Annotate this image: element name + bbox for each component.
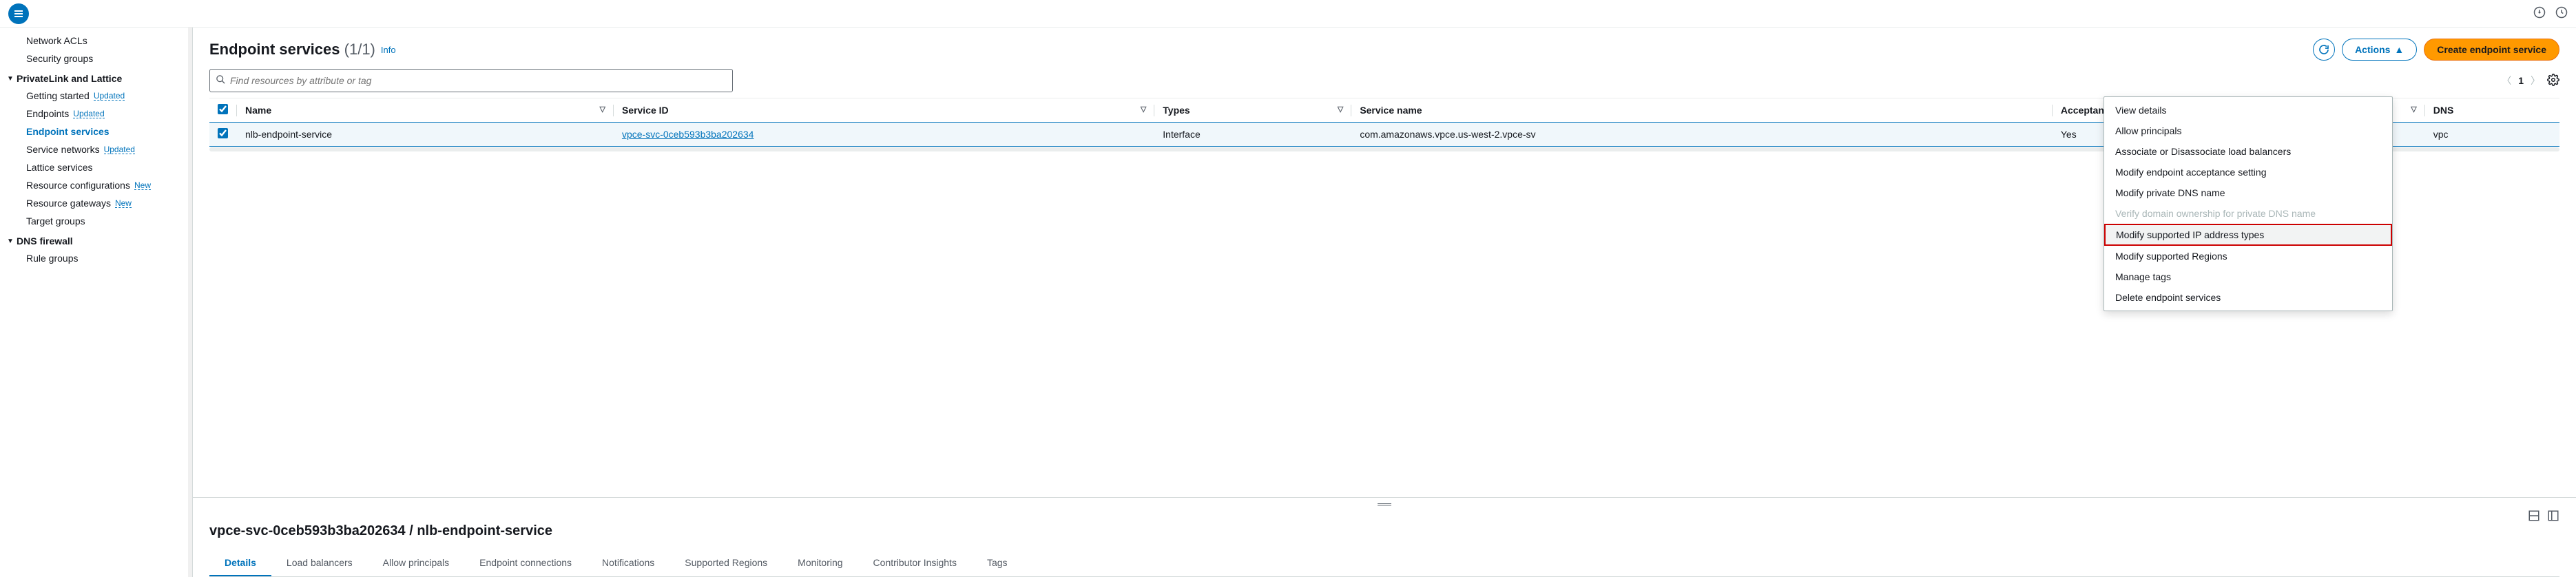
- help-icon[interactable]: [2533, 6, 2546, 21]
- actions-menu-item[interactable]: View details: [2104, 100, 2392, 120]
- col-dns[interactable]: DNS: [2425, 98, 2559, 123]
- search-icon: [216, 74, 226, 87]
- caret-down-icon: ▼: [7, 238, 15, 245]
- sidebar-item-label: Rule groups: [26, 253, 79, 264]
- actions-menu-item[interactable]: Associate or Disassociate load balancers: [2104, 141, 2392, 162]
- detail-title: vpce-svc-0ceb593b3ba202634 / nlb-endpoin…: [209, 523, 2559, 539]
- tab-monitoring[interactable]: Monitoring: [782, 550, 858, 576]
- sidebar-item-label: Lattice services: [26, 162, 92, 173]
- detail-tabs: DetailsLoad balancersAllow principalsEnd…: [209, 550, 2559, 577]
- actions-button-label: Actions: [2355, 44, 2390, 55]
- actions-menu-item[interactable]: Allow principals: [2104, 120, 2392, 141]
- create-button-label: Create endpoint service: [2437, 44, 2546, 55]
- cell-types: Interface: [1154, 123, 1351, 147]
- panel-splitter[interactable]: ══: [193, 497, 2576, 510]
- col-types[interactable]: Types▽: [1154, 98, 1351, 123]
- actions-menu-item[interactable]: Delete endpoint services: [2104, 287, 2392, 308]
- sidebar-item-target-groups[interactable]: Target groups: [0, 212, 192, 230]
- page-number: 1: [2518, 75, 2524, 86]
- sidebar-section-privatelink[interactable]: ▼PrivateLink and Lattice: [0, 67, 192, 87]
- actions-menu-item[interactable]: Modify supported Regions: [2104, 246, 2392, 266]
- sort-icon: ▽: [2411, 105, 2416, 114]
- sidebar-item-resource-gateways[interactable]: Resource gateways New: [0, 194, 192, 212]
- info-link[interactable]: Info: [381, 45, 396, 55]
- sidebar-item-label: Endpoint services: [26, 126, 110, 137]
- actions-menu-item[interactable]: Manage tags: [2104, 266, 2392, 287]
- sidebar-item-lattice-services[interactable]: Lattice services: [0, 158, 192, 176]
- updated-badge: Updated: [104, 145, 135, 154]
- cell-dns: vpc: [2425, 123, 2559, 147]
- search-box[interactable]: [209, 69, 733, 92]
- clock-icon[interactable]: [2555, 6, 2568, 21]
- sidebar-item-rule-groups[interactable]: Rule groups: [0, 249, 192, 267]
- tab-endpoint-connections[interactable]: Endpoint connections: [464, 550, 587, 576]
- cell-name: nlb-endpoint-service: [237, 123, 614, 147]
- sidebar-section-label: DNS firewall: [17, 235, 73, 246]
- sidebar-section-label: PrivateLink and Lattice: [17, 73, 122, 84]
- caret-up-icon: ▲: [2394, 44, 2404, 55]
- actions-menu-item: Verify domain ownership for private DNS …: [2104, 203, 2392, 224]
- sort-icon: ▽: [1338, 105, 1343, 114]
- tab-allow-principals[interactable]: Allow principals: [368, 550, 464, 576]
- sidebar-item-label: Network ACLs: [26, 35, 87, 46]
- select-all-checkbox[interactable]: [218, 104, 228, 114]
- service-id-link[interactable]: vpce-svc-0ceb593b3ba202634: [622, 129, 754, 140]
- sidebar-section-dns-firewall[interactable]: ▼DNS firewall: [0, 230, 192, 249]
- sidebar-item-resource-configurations[interactable]: Resource configurations New: [0, 176, 192, 194]
- sidebar-item-getting-started[interactable]: Getting started Updated: [0, 87, 192, 105]
- tab-details[interactable]: Details: [209, 550, 271, 576]
- tab-notifications[interactable]: Notifications: [587, 550, 669, 576]
- col-name[interactable]: Name▽: [237, 98, 614, 123]
- sidebar-item-label: Getting started: [26, 90, 90, 101]
- sidebar-item-label: Resource gateways: [26, 198, 111, 209]
- tab-contributor-insights[interactable]: Contributor Insights: [858, 550, 972, 576]
- actions-menu-item[interactable]: Modify private DNS name: [2104, 182, 2392, 203]
- create-endpoint-service-button[interactable]: Create endpoint service: [2424, 39, 2559, 61]
- sidebar-item-label: Resource configurations: [26, 180, 130, 191]
- col-service-id[interactable]: Service ID▽: [614, 98, 1154, 123]
- sidebar-item-network-acls[interactable]: Network ACLs: [0, 32, 192, 50]
- sidebar-item-label: Service networks: [26, 144, 100, 155]
- sidebar: Network ACLs Security groups ▼PrivateLin…: [0, 28, 193, 577]
- cell-service-name: com.amazonaws.vpce.us-west-2.vpce-sv: [1351, 123, 2053, 147]
- sidebar-item-service-networks[interactable]: Service networks Updated: [0, 140, 192, 158]
- actions-menu: View detailsAllow principalsAssociate or…: [2104, 96, 2393, 311]
- sidebar-item-label: Target groups: [26, 216, 85, 227]
- resource-count: (1/1): [344, 41, 375, 58]
- topbar: [0, 0, 2576, 28]
- actions-button[interactable]: Actions ▲: [2342, 39, 2417, 61]
- col-service-name[interactable]: Service name: [1351, 98, 2053, 123]
- expand-button[interactable]: [2547, 510, 2559, 524]
- sidebar-item-label: Security groups: [26, 53, 93, 64]
- sidebar-item-endpoint-services[interactable]: Endpoint services: [0, 123, 192, 140]
- refresh-button[interactable]: [2313, 39, 2335, 61]
- caret-down-icon: ▼: [7, 75, 15, 83]
- search-input[interactable]: [230, 75, 727, 86]
- tab-load-balancers[interactable]: Load balancers: [271, 550, 368, 576]
- row-checkbox[interactable]: [218, 128, 228, 138]
- sidebar-item-endpoints[interactable]: Endpoints Updated: [0, 105, 192, 123]
- settings-button[interactable]: [2547, 74, 2559, 88]
- tab-supported-regions[interactable]: Supported Regions: [669, 550, 782, 576]
- layout-toggle-button[interactable]: [2528, 510, 2540, 524]
- menu-toggle-button[interactable]: [8, 3, 29, 24]
- sidebar-item-security-groups[interactable]: Security groups: [0, 50, 192, 67]
- updated-badge: Updated: [94, 92, 125, 101]
- page-title: Endpoint services (1/1): [209, 41, 375, 59]
- sort-icon: ▽: [1141, 105, 1146, 114]
- sidebar-item-label: Endpoints: [26, 108, 69, 119]
- sort-icon: ▽: [599, 105, 605, 114]
- prev-page-button[interactable]: 〈: [2502, 74, 2511, 87]
- updated-badge: Updated: [73, 109, 104, 118]
- actions-menu-item[interactable]: Modify endpoint acceptance setting: [2104, 162, 2392, 182]
- actions-menu-item[interactable]: Modify supported IP address types: [2104, 224, 2392, 246]
- new-badge: New: [134, 181, 151, 190]
- new-badge: New: [115, 199, 132, 208]
- next-page-button[interactable]: 〉: [2531, 74, 2540, 87]
- tab-tags[interactable]: Tags: [972, 550, 1023, 576]
